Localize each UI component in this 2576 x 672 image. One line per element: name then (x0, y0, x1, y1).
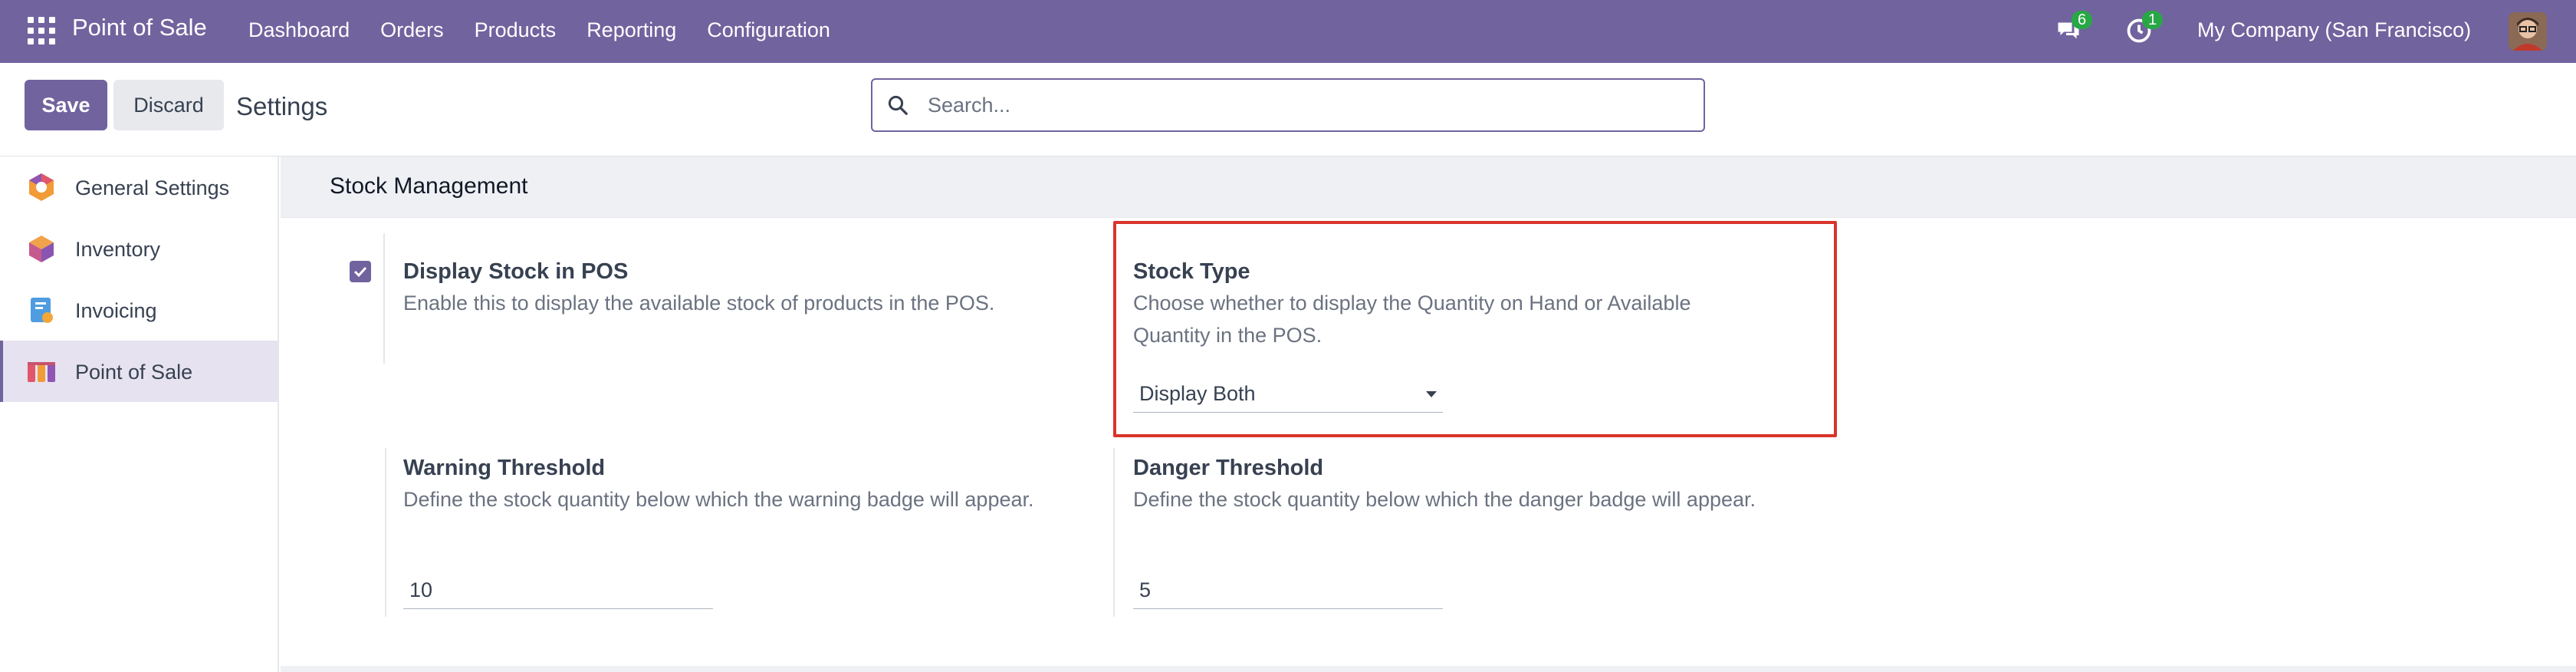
save-button[interactable]: Save (25, 80, 107, 130)
menu-orders[interactable]: Orders (380, 18, 444, 42)
activities-count-badge: 1 (2142, 11, 2164, 29)
sidebar-item-label: Inventory (75, 238, 161, 261)
odoo-settings-icon (29, 173, 54, 201)
top-navbar: Point of Sale Dashboard Orders Products … (0, 0, 2576, 63)
sidebar-item-label: General Settings (75, 176, 230, 199)
setting-description: Enable this to display the available sto… (403, 292, 995, 315)
menu-dashboard[interactable]: Dashboard (248, 18, 350, 42)
sidebar-item-point-of-sale[interactable]: Point of Sale (0, 341, 278, 402)
menu-configuration[interactable]: Configuration (707, 18, 830, 42)
search-input[interactable] (926, 87, 1677, 123)
sidebar-item-inventory[interactable]: Inventory (0, 218, 278, 279)
setting-display-stock: Display Stock in POS Enable this to disp… (350, 233, 1040, 364)
search-icon (888, 95, 908, 115)
messages-icon[interactable]: 6 (2055, 11, 2093, 48)
setting-title: Stock Type (1133, 259, 1250, 284)
setting-title: Display Stock in POS (403, 259, 629, 284)
section-title: Stock Management (330, 173, 528, 199)
company-switcher[interactable]: My Company (San Francisco) (2197, 18, 2471, 42)
setting-title: Warning Threshold (403, 456, 606, 480)
setting-title: Danger Threshold (1133, 456, 1324, 480)
sidebar-item-label: Point of Sale (75, 361, 193, 384)
activities-icon[interactable]: 1 (2125, 11, 2164, 48)
setting-description: Choose whether to display the Quantity o… (1133, 292, 1691, 347)
setting-stock-type: Stock Type Choose whether to display the… (1113, 233, 1837, 437)
sidebar-item-invoicing[interactable]: Invoicing (0, 279, 278, 341)
messages-count-badge: 6 (2072, 11, 2093, 29)
page-title: Settings (236, 92, 328, 120)
invoicing-icon (31, 298, 53, 323)
setting-description: Define the stock quantity below which th… (403, 488, 1034, 511)
sidebar-item-general-settings[interactable]: General Settings (0, 156, 278, 218)
menu-products[interactable]: Products (475, 18, 557, 42)
stock-type-select[interactable]: Display Both (1133, 379, 1443, 413)
display-stock-checkbox[interactable] (350, 261, 371, 282)
setting-warning-threshold: Warning Threshold Define the stock quant… (385, 448, 1075, 617)
inventory-icon (29, 236, 54, 262)
setting-description: Define the stock quantity below which th… (1133, 488, 1756, 511)
app-name[interactable]: Point of Sale (72, 14, 207, 41)
settings-main: Stock Management Display Stock in POS En… (281, 156, 2576, 672)
main-menu: Dashboard Orders Products Reporting Conf… (248, 18, 861, 42)
settings-sidebar: General Settings Inventory Invoicing Poi… (0, 156, 279, 672)
section-divider (281, 666, 2576, 672)
user-avatar[interactable] (2509, 12, 2547, 51)
danger-threshold-input[interactable]: 5 (1133, 575, 1443, 609)
warning-threshold-input[interactable]: 10 (403, 575, 713, 609)
point-of-sale-icon (28, 362, 55, 382)
sidebar-item-label: Invoicing (75, 299, 157, 322)
discard-button[interactable]: Discard (113, 80, 224, 130)
setting-danger-threshold: Danger Threshold Define the stock quanti… (1113, 448, 1837, 617)
control-panel: Save Discard Settings (0, 63, 2576, 156)
search-box[interactable] (871, 78, 1705, 132)
caret-down-icon (1426, 391, 1437, 397)
apps-menu-icon[interactable] (28, 17, 55, 44)
section-header: Stock Management (281, 156, 2576, 218)
menu-reporting[interactable]: Reporting (586, 18, 676, 42)
checkmark-icon (353, 266, 367, 278)
stock-type-value: Display Both (1139, 382, 1256, 405)
